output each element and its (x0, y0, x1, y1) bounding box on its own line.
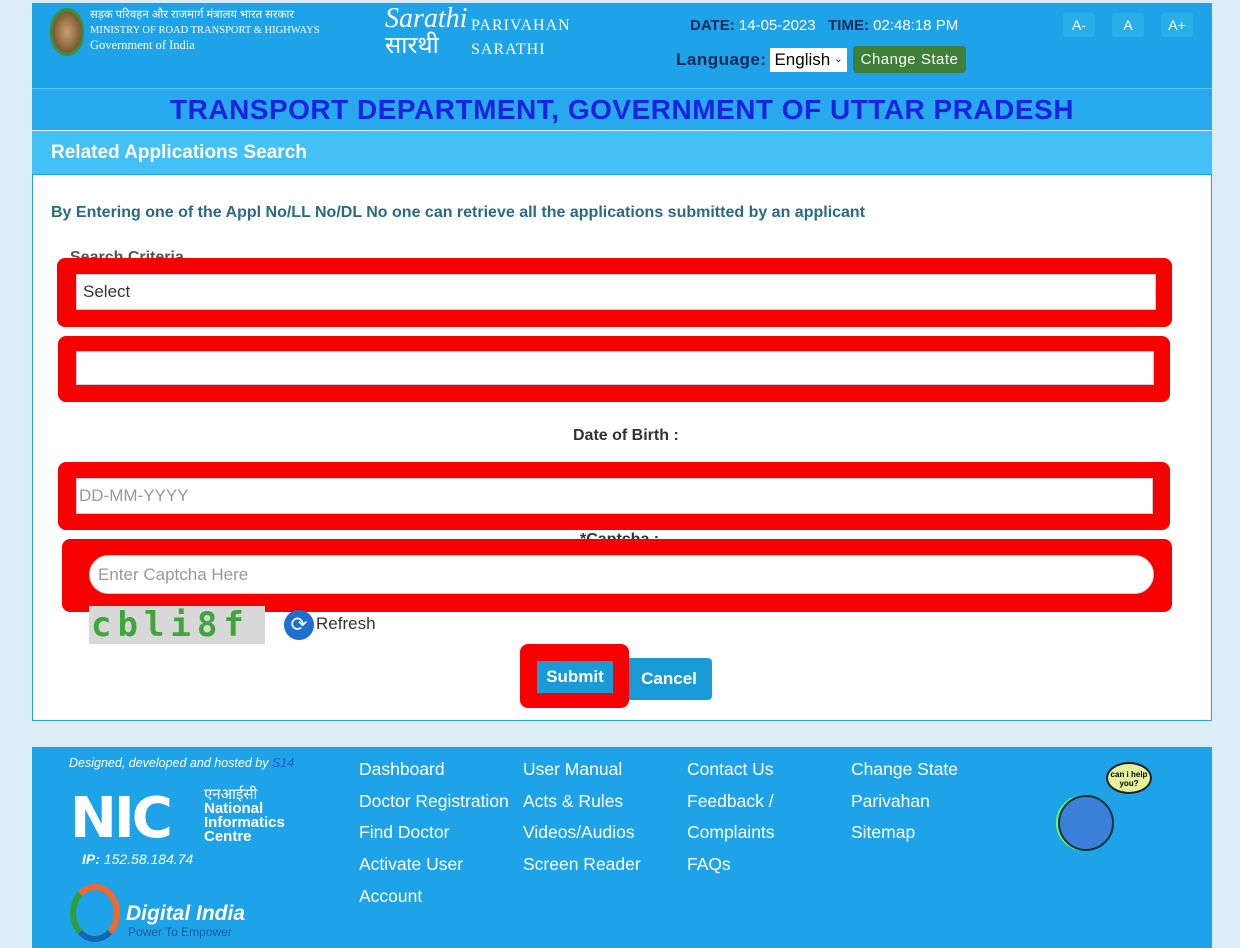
font-increase-button[interactable]: A+ (1161, 13, 1193, 37)
department-title: TRANSPORT DEPARTMENT, GOVERNMENT OF UTTA… (32, 88, 1212, 130)
footer-link-activate-user[interactable]: Activate User Account (359, 849, 479, 912)
info-text: By Entering one of the Appl No/LL No/DL … (51, 204, 866, 221)
ministry-hindi: सड़क परिवहन और राजमार्ग मंत्रालय भारत सर… (90, 9, 295, 21)
help-bot-icon[interactable] (1058, 795, 1114, 851)
captcha-image: cbli8f (89, 606, 265, 644)
footer-col-2: User Manual Acts & Rules Videos/Audios S… (523, 754, 641, 881)
govt-name: Government of India (90, 38, 195, 52)
date-time: DATE: 14-05-2023 TIME: 02:48:18 PM (690, 17, 959, 34)
sarathi-logo: Sarathi सारथी (385, 3, 468, 59)
ministry-name: MINISTRY OF ROAD TRANSPORT & HIGHWAYS (90, 25, 320, 36)
search-criteria-select[interactable]: Select (76, 274, 1156, 310)
language-label: Language: (676, 49, 767, 69)
footer-link-dashboard[interactable]: Dashboard (359, 754, 524, 786)
font-normal-button[interactable]: A (1112, 13, 1144, 37)
footer-link-doctor-registration[interactable]: Doctor Registration (359, 786, 524, 818)
footer-link-sitemap[interactable]: Sitemap (851, 817, 958, 849)
footer-link-feedback[interactable]: Feedback / Complaints (687, 786, 797, 849)
emblem-logo (50, 8, 84, 56)
footer-link-screen-reader[interactable]: Screen Reader (523, 849, 641, 881)
footer-col-3: Contact Us Feedback / Complaints FAQs (687, 754, 797, 881)
footer-link-contact[interactable]: Contact Us (687, 754, 797, 786)
brand-name: PARIVAHAN SARATHI (471, 17, 571, 58)
footer-link-acts-rules[interactable]: Acts & Rules (523, 786, 641, 818)
footer-link-user-manual[interactable]: User Manual (523, 754, 641, 786)
number-input[interactable] (76, 351, 1154, 385)
language-select[interactable]: English ⌄ (770, 47, 847, 72)
language-row: Language: English ⌄ Change State (676, 46, 967, 73)
digital-india-logo (70, 884, 120, 942)
footer-link-videos[interactable]: Videos/Audios (523, 817, 641, 849)
change-state-button[interactable]: Change State (852, 46, 967, 73)
footer-link-parivahan[interactable]: Parivahan (851, 786, 958, 818)
captcha-input[interactable]: Enter Captcha Here (89, 555, 1154, 594)
date: 14-05-2023 (738, 17, 816, 34)
help-bubble[interactable]: can i help you? (1106, 762, 1152, 794)
panel-title: Related Applications Search (32, 131, 1212, 175)
cancel-button[interactable]: Cancel (626, 658, 712, 700)
nic-name: एनआईसी National Informatics Centre (204, 786, 285, 845)
time: 02:48:18 PM (873, 17, 959, 34)
refresh-link[interactable]: Refresh (316, 614, 376, 634)
submit-button[interactable]: Submit (537, 661, 613, 693)
ministry-block: सड़क परिवहन और राजमार्ग मंत्रालय भारत सर… (90, 8, 320, 53)
dob-input[interactable]: DD-MM-YYYY (76, 478, 1153, 514)
footer-link-change-state[interactable]: Change State (851, 754, 958, 786)
digital-india-tagline: Power To Empower (128, 925, 232, 939)
ip-address: IP: 152.58.184.74 (82, 851, 194, 867)
footer-link-find-doctor[interactable]: Find Doctor (359, 817, 524, 849)
footer-credit: Designed, developed and hosted by S14 (69, 756, 295, 770)
digital-india-text: Digital India (126, 902, 246, 925)
font-decrease-button[interactable]: A- (1063, 13, 1095, 37)
chevron-down-icon: ⌄ (834, 54, 843, 65)
dob-label: Date of Birth : (573, 427, 679, 444)
footer-col-1: Dashboard Doctor Registration Find Docto… (359, 754, 524, 913)
nic-logo: NIC (70, 790, 196, 848)
footer-col-4: Change State Parivahan Sitemap (851, 754, 958, 849)
footer-link-faqs[interactable]: FAQs (687, 849, 797, 881)
refresh-icon[interactable]: ⟳ (284, 610, 314, 640)
